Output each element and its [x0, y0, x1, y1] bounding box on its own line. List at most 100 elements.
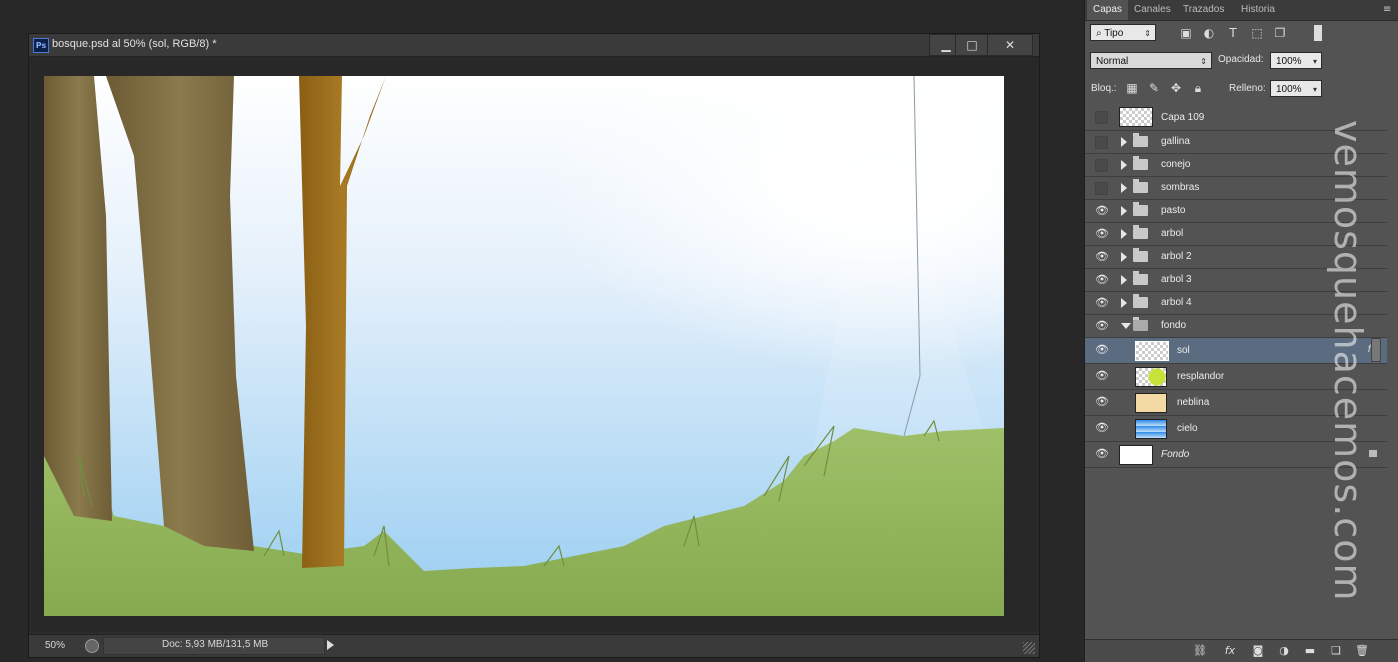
expand-arrow-icon[interactable] — [1121, 160, 1127, 170]
new-layer-icon[interactable]: ❏ — [1329, 645, 1343, 657]
layer-name: arbol 2 — [1161, 251, 1192, 262]
eye-icon[interactable]: 👁︎ — [1095, 319, 1109, 333]
canvas-area[interactable] — [29, 57, 1039, 632]
layer-name: resplandor — [1177, 371, 1225, 382]
eye-icon[interactable]: 👁︎ — [1095, 369, 1109, 383]
open-folder-icon — [1133, 317, 1148, 331]
layer-name: sombras — [1161, 182, 1200, 193]
layer-thumbnail — [1135, 341, 1169, 361]
expand-arrow-icon[interactable] — [1121, 229, 1127, 239]
eye-icon[interactable]: 👁︎ — [1095, 273, 1109, 287]
add-mask-icon[interactable]: ◙ — [1251, 645, 1265, 657]
layer-name: Fondo — [1161, 449, 1190, 460]
expand-arrow-icon[interactable] — [1121, 183, 1127, 193]
eye-icon[interactable]: 👁︎ — [1095, 250, 1109, 264]
blend-mode-value: Normal — [1096, 56, 1129, 67]
layer-name: neblina — [1177, 397, 1210, 408]
folder-icon — [1133, 225, 1148, 239]
fill-input[interactable]: 100% ▾ — [1270, 80, 1322, 97]
layer-name: arbol — [1161, 228, 1184, 239]
maximize-button[interactable]: □ — [955, 34, 989, 56]
layer-filter-kind: Tipo — [1104, 28, 1124, 39]
lock-image-icon[interactable]: ✎ — [1147, 81, 1161, 95]
layer-name: cielo — [1177, 423, 1198, 434]
new-adjustment-icon[interactable]: ◑ — [1277, 645, 1291, 657]
chevron-updown-icon: ⇕ — [1144, 29, 1151, 38]
layer-thumbnail — [1135, 393, 1167, 413]
document-title: bosque.psd al 50% (sol, RGB/8) * — [52, 38, 217, 50]
eye-icon[interactable]: 👁︎ — [1095, 421, 1109, 435]
canvas-image[interactable] — [44, 76, 1004, 616]
expand-arrow-icon[interactable] — [1121, 298, 1127, 308]
folder-icon — [1133, 248, 1148, 262]
visibility-toggle[interactable] — [1095, 159, 1108, 172]
search-icon: ⌕ — [1096, 28, 1105, 39]
chevron-down-icon: ▾ — [1312, 57, 1317, 66]
folder-icon — [1133, 133, 1148, 147]
expand-arrow-icon[interactable] — [1121, 206, 1127, 216]
eye-icon[interactable]: 👁︎ — [1095, 447, 1109, 461]
layer-name: arbol 4 — [1161, 297, 1192, 308]
opacity-value: 100% — [1276, 56, 1302, 67]
delete-layer-icon[interactable]: 🗑︎ — [1355, 645, 1369, 657]
eye-icon[interactable]: 👁︎ — [1095, 296, 1109, 310]
document-title-bar[interactable]: Ps bosque.psd al 50% (sol, RGB/8) * ▁ □ … — [29, 34, 1039, 57]
opacity-input[interactable]: 100% ▾ — [1270, 52, 1322, 69]
filter-pixel-icon[interactable]: ▣ — [1179, 26, 1193, 40]
folder-icon — [1133, 202, 1148, 216]
status-menu-arrow-icon[interactable] — [327, 640, 334, 650]
panel-menu-icon[interactable]: ≡ — [1383, 5, 1395, 15]
fill-label: Relleno: — [1229, 83, 1266, 94]
photoshop-icon: Ps — [33, 38, 49, 53]
zoom-preview-icon[interactable] — [85, 639, 99, 653]
folder-icon — [1133, 179, 1148, 193]
expand-arrow-icon[interactable] — [1121, 275, 1127, 285]
lock-position-icon[interactable]: ✥ — [1169, 81, 1183, 95]
close-button[interactable]: ✕ — [987, 34, 1033, 56]
doc-info: Doc: 5,93 MB/131,5 MB — [162, 639, 269, 650]
layer-thumbnail — [1119, 445, 1153, 465]
visibility-toggle[interactable] — [1095, 182, 1108, 195]
watermark: vemosquehacemos.com — [1326, 120, 1370, 602]
filter-shape-icon[interactable]: ⬚ — [1250, 26, 1264, 40]
add-style-icon[interactable]: fx — [1223, 645, 1237, 657]
zoom-level[interactable]: 50% — [45, 640, 65, 651]
filter-type-icon[interactable]: T — [1226, 26, 1240, 40]
filter-smartobject-icon[interactable]: ❐ — [1273, 26, 1287, 40]
panel-tabs: Capas Canales Trazados Historia ≡ — [1085, 0, 1398, 21]
chevron-down-icon: ▾ — [1312, 85, 1317, 94]
folder-icon — [1133, 156, 1148, 170]
new-group-icon[interactable]: ▬ — [1303, 645, 1317, 657]
filter-toggle-switch[interactable] — [1314, 25, 1322, 41]
opacity-label: Opacidad: — [1218, 54, 1264, 65]
doc-info-box[interactable]: Doc: 5,93 MB/131,5 MB — [103, 637, 325, 655]
lock-all-icon[interactable]: 🔒︎ — [1191, 81, 1205, 95]
eye-icon[interactable]: 👁︎ — [1095, 343, 1109, 357]
blend-mode-select[interactable]: Normal ⇕ — [1090, 52, 1212, 69]
expand-arrow-icon[interactable] — [1121, 137, 1127, 147]
layer-filter-select[interactable]: ⌕ Tipo ⇕ — [1090, 24, 1156, 41]
tab-canales[interactable]: Canales — [1128, 0, 1177, 20]
folder-icon — [1133, 271, 1148, 285]
visibility-toggle[interactable] — [1095, 136, 1108, 149]
layer-name: conejo — [1161, 159, 1191, 170]
visibility-toggle[interactable] — [1095, 111, 1108, 124]
document-status-bar: 50% Doc: 5,93 MB/131,5 MB — [29, 634, 1039, 657]
layer-name: Capa 109 — [1161, 112, 1205, 123]
layer-name: gallina — [1161, 136, 1190, 147]
expand-arrow-icon[interactable] — [1121, 252, 1127, 262]
resize-grip-icon[interactable] — [1023, 642, 1035, 654]
lock-transparent-icon[interactable]: ▦ — [1125, 81, 1139, 95]
tab-capas[interactable]: Capas — [1087, 0, 1128, 20]
link-layers-icon[interactable]: ⛓ — [1193, 645, 1207, 657]
eye-icon[interactable]: 👁︎ — [1095, 204, 1109, 218]
tab-historia[interactable]: Historia — [1235, 0, 1281, 20]
folder-icon — [1133, 294, 1148, 308]
eye-icon[interactable]: 👁︎ — [1095, 395, 1109, 409]
collapse-arrow-icon[interactable] — [1121, 323, 1131, 329]
eye-icon[interactable]: 👁︎ — [1095, 227, 1109, 241]
layer-name: arbol 3 — [1161, 274, 1192, 285]
tab-trazados[interactable]: Trazados — [1177, 0, 1230, 20]
filter-adjustment-icon[interactable]: ◐ — [1202, 26, 1216, 40]
layer-name: sol — [1177, 345, 1190, 356]
